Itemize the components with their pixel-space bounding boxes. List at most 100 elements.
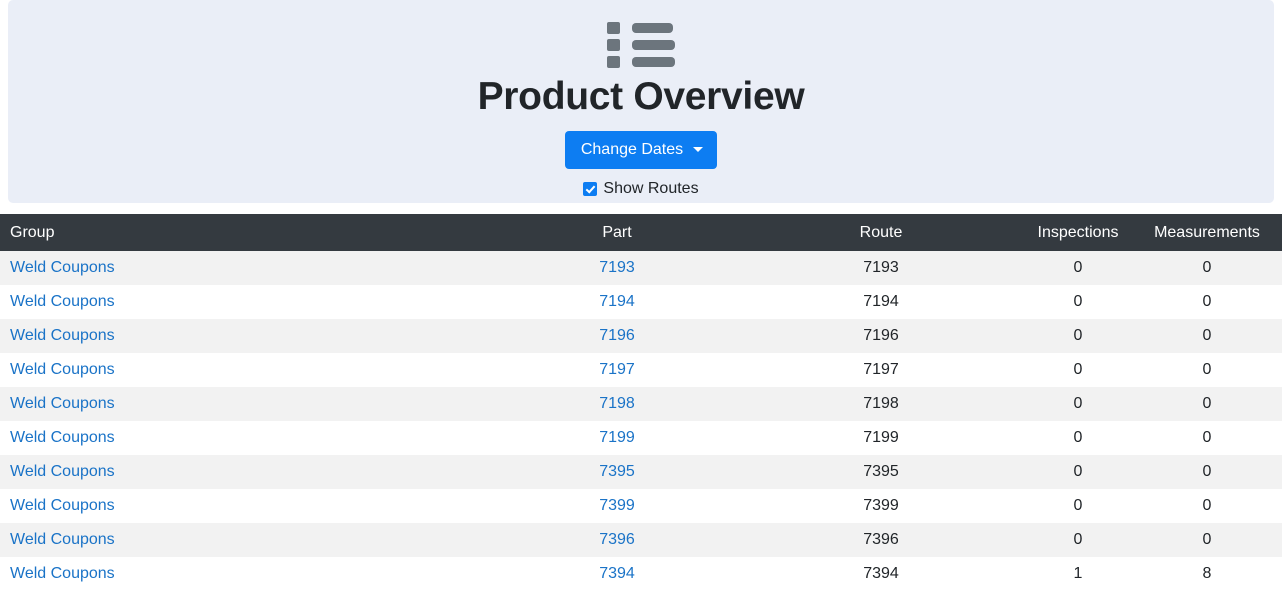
cell-inspections: 0 <box>1073 429 1083 446</box>
table-row: Weld Coupons 7196 7196 0 0 0 <box>0 319 1282 353</box>
cell-group-link[interactable]: Weld Coupons <box>10 531 115 548</box>
page-title: Product Overview <box>477 75 805 118</box>
hero-actions: Change Dates <box>24 130 1258 169</box>
cell-group-link[interactable]: Weld Coupons <box>10 327 115 344</box>
cell-measurements: 0 <box>1202 463 1212 480</box>
cell-part: 7199 <box>488 421 746 455</box>
cell-inspections: 0 <box>1073 327 1083 344</box>
table-row: Weld Coupons 7394 7394 1 8 1 <box>0 557 1282 591</box>
cell-group: Weld Coupons <box>0 387 488 421</box>
product-table: Group Part Route Inspections Measurement… <box>0 214 1282 591</box>
cell-group-link[interactable]: Weld Coupons <box>10 463 115 480</box>
cell-failures: 0 <box>1274 319 1282 353</box>
cell-failures: 0 <box>1274 489 1282 523</box>
cell-group-link[interactable]: Weld Coupons <box>10 361 115 378</box>
cell-measurements: 0 <box>1202 395 1212 412</box>
change-dates-button[interactable]: Change Dates <box>564 130 718 169</box>
cell-group: Weld Coupons <box>0 285 488 319</box>
cell-failures: 0 <box>1274 353 1282 387</box>
table-row: Weld Coupons 7399 7399 0 0 0 <box>0 489 1282 523</box>
cell-failures: 0 <box>1274 523 1282 557</box>
cell-part: 7396 <box>488 523 746 557</box>
cell-inspections: 0 <box>1073 361 1083 378</box>
show-routes-label[interactable]: Show Routes <box>603 180 698 198</box>
column-header-failures[interactable]: Failures <box>1274 214 1282 251</box>
cell-part-link[interactable]: 7193 <box>599 259 635 276</box>
show-routes-checkbox[interactable] <box>583 181 598 196</box>
chevron-down-icon <box>693 147 704 153</box>
list-icon-bullet <box>607 22 620 34</box>
cell-group: Weld Coupons <box>0 353 488 387</box>
table-row: Weld Coupons 7193 7193 0 0 0 <box>0 251 1282 285</box>
cell-measurements: 0 <box>1202 293 1212 310</box>
table-row: Weld Coupons 7197 7197 0 0 0 <box>0 353 1282 387</box>
cell-group-link[interactable]: Weld Coupons <box>10 293 115 310</box>
cell-group: Weld Coupons <box>0 251 488 285</box>
cell-part: 7394 <box>488 557 746 591</box>
list-icon-line <box>632 57 675 67</box>
table-row: Weld Coupons 7396 7396 0 0 0 <box>0 523 1282 557</box>
cell-route: 7399 <box>863 497 899 514</box>
cell-group-link[interactable]: Weld Coupons <box>10 565 115 582</box>
cell-inspections: 0 <box>1073 395 1083 412</box>
show-routes-control: Show Routes <box>24 180 1258 198</box>
cell-failures: 0 <box>1274 387 1282 421</box>
table-body: Weld Coupons71937193000Weld Coupons71947… <box>0 251 1282 591</box>
cell-part-link[interactable]: 7198 <box>599 395 635 412</box>
cell-group-link[interactable]: Weld Coupons <box>10 429 115 446</box>
cell-group: Weld Coupons <box>0 421 488 455</box>
cell-measurements: 0 <box>1202 497 1212 514</box>
cell-route: 7396 <box>863 531 899 548</box>
column-header-route[interactable]: Route <box>746 214 1016 251</box>
cell-inspections: 0 <box>1073 293 1083 310</box>
cell-inspections: 0 <box>1073 463 1083 480</box>
column-header-measurements[interactable]: Measurements <box>1140 214 1274 251</box>
cell-group-link[interactable]: Weld Coupons <box>10 395 115 412</box>
cell-part-link[interactable]: 7399 <box>599 497 635 514</box>
list-icon-row <box>607 39 675 51</box>
cell-part-link[interactable]: 7394 <box>599 565 635 582</box>
cell-route: 7193 <box>863 259 899 276</box>
cell-inspections: 1 <box>1073 565 1083 582</box>
cell-group-link[interactable]: Weld Coupons <box>10 259 115 276</box>
cell-route: 7194 <box>863 293 899 310</box>
column-header-part[interactable]: Part <box>488 214 746 251</box>
cell-measurements: 0 <box>1202 531 1212 548</box>
cell-part: 7193 <box>488 251 746 285</box>
list-icon-bullet <box>607 39 620 51</box>
cell-inspections: 0 <box>1073 531 1083 548</box>
cell-route: 7395 <box>863 463 899 480</box>
cell-route: 7196 <box>863 327 899 344</box>
cell-part: 7197 <box>488 353 746 387</box>
cell-group: Weld Coupons <box>0 319 488 353</box>
cell-group: Weld Coupons <box>0 557 488 591</box>
cell-part-link[interactable]: 7199 <box>599 429 635 446</box>
cell-route: 7198 <box>863 395 899 412</box>
column-header-inspections[interactable]: Inspections <box>1016 214 1140 251</box>
cell-measurements: 0 <box>1202 361 1212 378</box>
cell-measurements: 8 <box>1202 565 1212 582</box>
cell-part-link[interactable]: 7395 <box>599 463 635 480</box>
list-icon-line <box>632 40 675 50</box>
cell-failures: 0 <box>1274 421 1282 455</box>
cell-part-link[interactable]: 7194 <box>599 293 635 310</box>
cell-failures: 1 <box>1274 557 1282 591</box>
cell-part-link[interactable]: 7197 <box>599 361 635 378</box>
cell-part-link[interactable]: 7396 <box>599 531 635 548</box>
change-dates-label: Change Dates <box>580 140 684 158</box>
cell-part: 7399 <box>488 489 746 523</box>
cell-route: 7199 <box>863 429 899 446</box>
column-header-group[interactable]: Group <box>0 214 488 251</box>
list-icon-bullet <box>607 56 620 68</box>
table-header-row: Group Part Route Inspections Measurement… <box>0 214 1282 251</box>
cell-group-link[interactable]: Weld Coupons <box>10 497 115 514</box>
cell-part-link[interactable]: 7196 <box>599 327 635 344</box>
cell-failures: 0 <box>1274 455 1282 489</box>
cell-group: Weld Coupons <box>0 523 488 557</box>
cell-part: 7196 <box>488 319 746 353</box>
cell-measurements: 0 <box>1202 429 1212 446</box>
product-table-container: Group Part Route Inspections Measurement… <box>0 214 1282 591</box>
cell-failures: 0 <box>1274 285 1282 319</box>
table-header: Group Part Route Inspections Measurement… <box>0 214 1282 251</box>
table-row: Weld Coupons 7395 7395 0 0 0 <box>0 455 1282 489</box>
